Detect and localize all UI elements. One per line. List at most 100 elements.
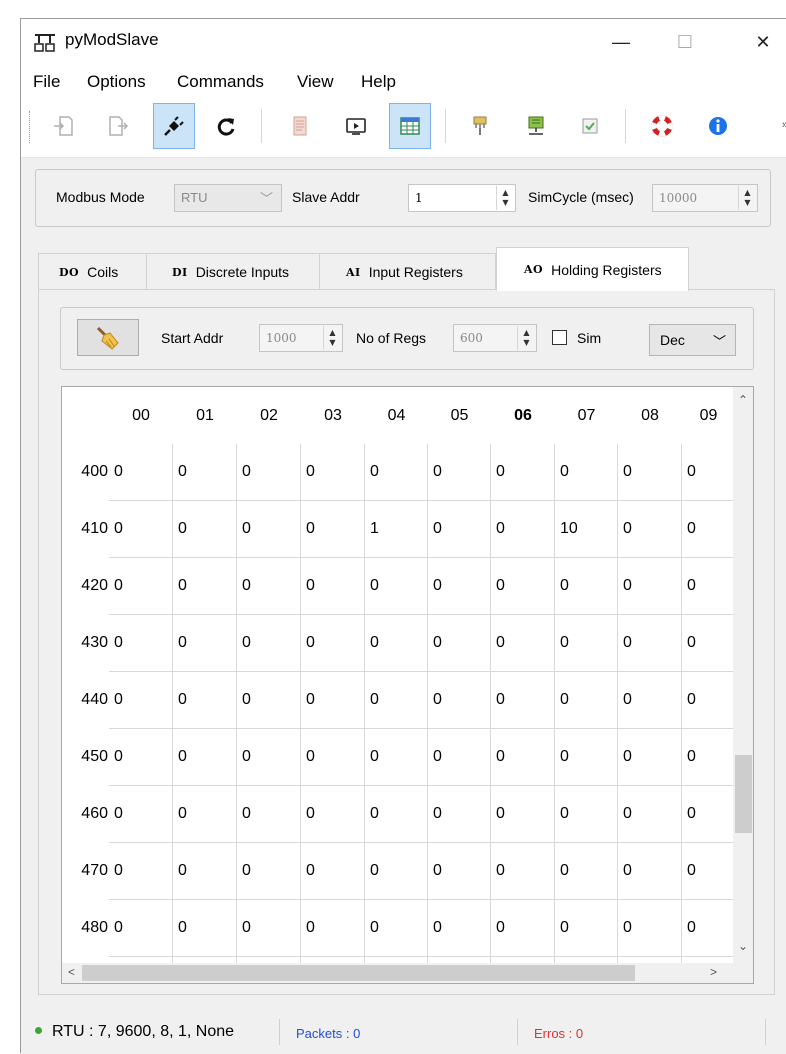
column-header[interactable]: 06	[491, 387, 555, 444]
register-cell[interactable]: 0	[491, 729, 555, 786]
register-cell[interactable]: 0	[491, 900, 555, 957]
register-cell[interactable]: 0	[109, 558, 173, 615]
column-header[interactable]: 07	[555, 387, 618, 444]
register-cell[interactable]: 0	[109, 672, 173, 729]
row-header[interactable]: 420	[62, 577, 108, 595]
register-cell[interactable]: 0	[555, 558, 618, 615]
register-cell[interactable]: 0	[237, 672, 301, 729]
register-cell[interactable]: 0	[555, 786, 618, 843]
register-cell[interactable]: 0	[237, 501, 301, 558]
column-header[interactable]: 03	[301, 387, 365, 444]
register-cell[interactable]: 0	[173, 729, 237, 786]
register-cell[interactable]: 0	[682, 843, 735, 900]
vertical-scroll-thumb[interactable]	[735, 755, 752, 833]
register-cell[interactable]: 0	[237, 444, 301, 501]
register-cell[interactable]: 0	[491, 444, 555, 501]
row-header[interactable]: 410	[62, 520, 108, 538]
help-button[interactable]	[641, 103, 683, 149]
simcycle-spinbox[interactable]: 10000 ▲ ▼	[652, 184, 758, 212]
format-select[interactable]: Dec ﹀	[649, 324, 736, 356]
register-cell[interactable]: 0	[428, 786, 491, 843]
register-cell[interactable]: 0	[682, 615, 735, 672]
register-cell[interactable]: 0	[173, 786, 237, 843]
register-cell[interactable]: 0	[618, 672, 682, 729]
scroll-down-icon[interactable]: ⌄	[738, 939, 748, 953]
register-cell[interactable]: 0	[109, 729, 173, 786]
horizontal-scrollbar[interactable]: < >	[62, 963, 753, 983]
spin-arrows-icon[interactable]: ▲ ▼	[738, 186, 756, 210]
register-cell[interactable]: 0	[237, 786, 301, 843]
register-cell[interactable]: 0	[173, 900, 237, 957]
tab-holding-registers[interactable]: AO Holding Registers	[496, 247, 689, 291]
register-cell[interactable]: 0	[491, 615, 555, 672]
register-cell[interactable]: 0	[491, 672, 555, 729]
reset-button[interactable]	[205, 103, 247, 149]
register-cell[interactable]: 0	[682, 900, 735, 957]
register-cell[interactable]: 0	[109, 615, 173, 672]
register-cell[interactable]: 0	[365, 672, 428, 729]
register-cell[interactable]: 0	[173, 843, 237, 900]
register-cell[interactable]: 0	[682, 558, 735, 615]
close-button[interactable]: ✕	[743, 27, 783, 57]
register-cell[interactable]: 0	[428, 501, 491, 558]
register-cell[interactable]: 0	[109, 444, 173, 501]
column-header[interactable]: 09	[682, 387, 735, 444]
register-cell[interactable]: 0	[237, 558, 301, 615]
register-cell[interactable]: 0	[428, 558, 491, 615]
vertical-scrollbar[interactable]: ⌃ ⌄	[733, 387, 753, 964]
register-cell[interactable]: 0	[555, 843, 618, 900]
toolbar-overflow-icon[interactable]: »	[782, 119, 786, 131]
slave-addr-spinbox[interactable]: 1 ▲ ▼	[408, 184, 516, 212]
register-cell[interactable]: 0	[491, 843, 555, 900]
register-cell[interactable]: 10	[555, 501, 618, 558]
register-cell[interactable]: 0	[109, 501, 173, 558]
register-cell[interactable]: 0	[682, 444, 735, 501]
row-header[interactable]: 430	[62, 634, 108, 652]
register-cell[interactable]: 0	[555, 615, 618, 672]
register-cell[interactable]: 0	[173, 615, 237, 672]
register-cell[interactable]: 0	[428, 729, 491, 786]
column-header[interactable]: 01	[173, 387, 237, 444]
row-header[interactable]: 440	[62, 691, 108, 709]
serial-settings-button[interactable]	[459, 103, 501, 149]
register-cell[interactable]: 0	[618, 501, 682, 558]
register-cell[interactable]: 0	[428, 444, 491, 501]
register-cell[interactable]: 0	[618, 729, 682, 786]
load-button[interactable]	[43, 103, 85, 149]
spin-arrows-icon[interactable]: ▲ ▼	[496, 186, 514, 210]
register-cell[interactable]: 0	[109, 843, 173, 900]
register-cell[interactable]: 0	[301, 615, 365, 672]
register-cell[interactable]: 0	[109, 900, 173, 957]
register-cell[interactable]: 0	[301, 672, 365, 729]
register-cell[interactable]: 0	[682, 501, 735, 558]
register-cell[interactable]: 0	[301, 843, 365, 900]
register-cell[interactable]: 0	[365, 558, 428, 615]
register-cell[interactable]: 0	[618, 558, 682, 615]
register-cell[interactable]: 0	[173, 672, 237, 729]
modbus-mode-select[interactable]: RTU ﹀	[174, 184, 282, 212]
register-cell[interactable]: 0	[618, 900, 682, 957]
menu-file[interactable]: File	[33, 72, 60, 92]
clear-button[interactable]	[77, 319, 139, 356]
register-cell[interactable]: 0	[491, 786, 555, 843]
register-cell[interactable]: 0	[555, 729, 618, 786]
register-cell[interactable]: 0	[301, 786, 365, 843]
register-cell[interactable]: 0	[682, 786, 735, 843]
bus-monitor-button[interactable]	[335, 103, 377, 149]
register-cell[interactable]: 0	[365, 615, 428, 672]
scroll-left-icon[interactable]: <	[68, 965, 75, 979]
register-cell[interactable]: 0	[428, 615, 491, 672]
register-cell[interactable]: 0	[491, 558, 555, 615]
row-header[interactable]: 470	[62, 862, 108, 880]
row-header[interactable]: 460	[62, 805, 108, 823]
column-header[interactable]: 00	[109, 387, 173, 444]
register-cell[interactable]: 0	[365, 786, 428, 843]
register-cell[interactable]: 0	[173, 444, 237, 501]
register-cell[interactable]: 0	[555, 672, 618, 729]
menu-options[interactable]: Options	[87, 72, 146, 92]
row-header[interactable]: 400	[62, 463, 108, 481]
sim-checkbox[interactable]	[552, 330, 567, 345]
tab-coils[interactable]: DO Coils	[38, 253, 147, 290]
holding-registers-table[interactable]: 00 01 02 03 04 05 06 07 08 09 400 0 0 0 0 0 0 0 0 0 0 410 0 0 0 0…	[61, 386, 754, 984]
registers-button[interactable]	[389, 103, 431, 149]
